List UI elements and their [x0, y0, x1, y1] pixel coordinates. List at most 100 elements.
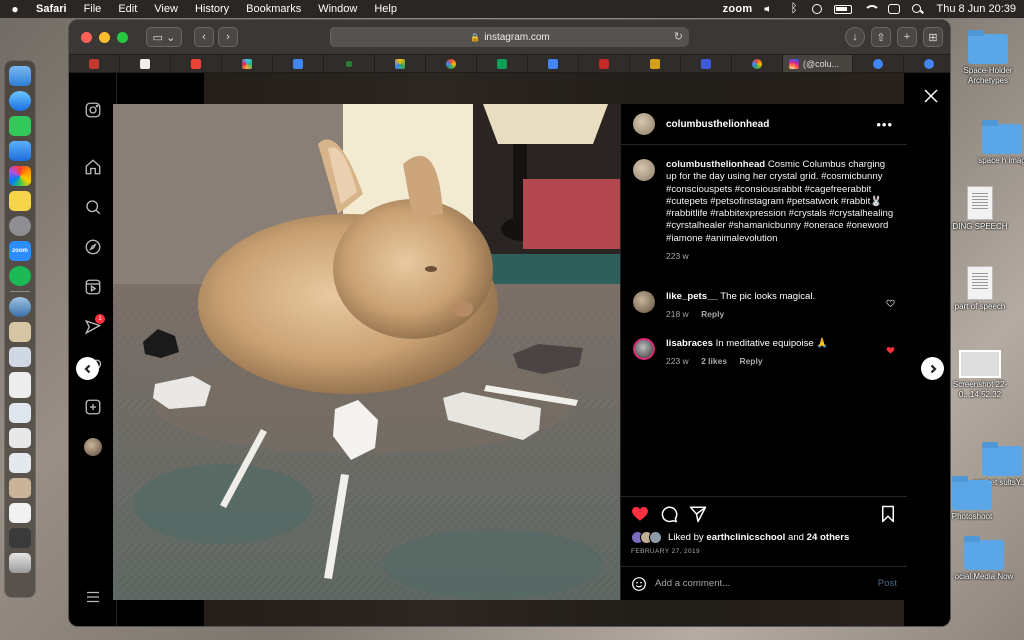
zoom-window-button[interactable] [117, 31, 128, 43]
author-avatar[interactable] [633, 113, 655, 135]
tab-pin[interactable] [120, 55, 171, 72]
tab-google[interactable] [732, 55, 783, 72]
like-heart-icon[interactable] [631, 505, 649, 523]
desktop-item[interactable]: Screenshot 22-0...14.52.32 [940, 350, 1020, 400]
window-thumbnail-icon[interactable] [9, 453, 31, 473]
battery-icon[interactable] [834, 4, 853, 14]
menu-file[interactable]: File [84, 3, 102, 15]
tab-slack[interactable] [222, 55, 273, 72]
more-options-icon[interactable]: ••• [876, 117, 893, 132]
emoji-icon[interactable] [631, 576, 647, 592]
share-button[interactable]: ⇧ [871, 27, 891, 47]
sidebar-toggle-button[interactable]: ▭ ⌄ [146, 27, 182, 47]
close-icon[interactable] [922, 87, 940, 105]
explore-icon[interactable] [84, 238, 102, 256]
zoom-app-icon[interactable]: zoom [9, 241, 31, 261]
post-photo[interactable] [113, 104, 620, 600]
tab-overview-button[interactable]: ⊞ [923, 27, 943, 47]
downloads-stack-icon[interactable] [9, 297, 31, 317]
tab-chrome[interactable] [853, 55, 904, 72]
messages-icon[interactable] [9, 116, 31, 136]
messages-icon[interactable]: 1 [84, 314, 105, 336]
comment-like-heart-icon[interactable] [886, 295, 895, 307]
tab-docs[interactable] [528, 55, 579, 72]
downloads-button[interactable]: ↓ [845, 27, 865, 47]
volume-icon[interactable] [764, 4, 776, 14]
liked-by-user[interactable]: earthclinicschool [706, 532, 785, 543]
screenshot-thumbnail-icon[interactable] [9, 403, 31, 423]
comment-time[interactable]: 218 w [666, 309, 689, 319]
finder-icon[interactable] [9, 66, 31, 86]
commenter-avatar[interactable] [633, 291, 655, 313]
liked-by-others[interactable]: 24 others [807, 532, 850, 543]
address-bar[interactable]: 🔒 instagram.com ↻ [331, 27, 689, 47]
comment-liked-heart-icon[interactable] [886, 342, 895, 354]
window-thumbnail-icon[interactable] [9, 528, 31, 548]
caption-time[interactable]: 223 w [666, 251, 689, 261]
share-icon[interactable] [689, 505, 707, 523]
desktop-item[interactable]: ocial Media Now [944, 536, 1024, 582]
bookmark-icon[interactable] [879, 505, 897, 523]
new-tab-button[interactable]: + [897, 27, 917, 47]
window-thumbnail-icon[interactable] [9, 503, 31, 523]
bluetooth-icon[interactable] [788, 1, 800, 15]
menu-app-name[interactable]: Safari [36, 3, 67, 15]
caption-username[interactable]: columbusthelionhead [666, 159, 765, 170]
reload-icon[interactable]: ↻ [674, 30, 683, 43]
desktop-item[interactable]: part of speech [940, 266, 1020, 312]
menu-history[interactable]: History [195, 3, 229, 15]
reply-button[interactable]: Reply [701, 309, 724, 319]
post-date[interactable]: FEBRUARY 27, 2019 [621, 544, 907, 555]
search-icon[interactable] [84, 198, 102, 216]
notes-icon[interactable] [9, 191, 31, 211]
profile-avatar[interactable] [84, 438, 102, 456]
zoom-status[interactable]: zoom [723, 3, 753, 15]
author-username[interactable]: columbusthelionhead [666, 119, 769, 130]
pages-icon[interactable] [9, 322, 31, 342]
preview-icon[interactable] [9, 347, 31, 367]
tab-gold[interactable] [630, 55, 681, 72]
window-thumbnail-icon[interactable] [9, 478, 31, 498]
spotify-icon[interactable] [9, 266, 31, 286]
comment-input[interactable] [655, 578, 855, 589]
tab-calendar[interactable] [273, 55, 324, 72]
tab-red[interactable] [579, 55, 630, 72]
next-post-button[interactable] [921, 357, 944, 380]
tab-cast[interactable] [681, 55, 732, 72]
control-center-icon[interactable] [888, 4, 901, 14]
menu-view[interactable]: View [154, 3, 178, 15]
liker-avatar[interactable] [649, 531, 662, 544]
reels-icon[interactable] [84, 278, 102, 296]
comment-likes[interactable]: 2 likes [701, 356, 727, 366]
now-playing-icon[interactable] [812, 4, 823, 14]
home-icon[interactable] [84, 158, 102, 176]
tab-gmail[interactable] [171, 55, 222, 72]
safari-icon[interactable] [9, 91, 31, 111]
comment-username[interactable]: like_pets__ [666, 291, 718, 302]
commenter-avatar[interactable] [633, 338, 655, 360]
mail-icon[interactable] [9, 141, 31, 161]
system-preferences-icon[interactable] [9, 216, 31, 236]
comment-time[interactable]: 223 w [666, 356, 689, 366]
window-thumbnail-icon[interactable] [9, 428, 31, 448]
comment-icon[interactable] [660, 505, 678, 523]
menu-help[interactable]: Help [374, 3, 397, 15]
desktop-item[interactable]: space h imag [962, 120, 1024, 166]
tab-shield[interactable] [69, 55, 120, 72]
menu-window[interactable]: Window [318, 3, 357, 15]
more-menu-icon[interactable] [84, 588, 102, 606]
instagram-logo-icon[interactable] [84, 101, 102, 119]
desktop-item[interactable]: DING SPEECH [940, 186, 1020, 232]
photos-icon[interactable] [9, 166, 31, 186]
post-comment-button[interactable]: Post [878, 578, 897, 589]
tab-chrome[interactable] [904, 55, 950, 72]
trash-icon[interactable] [9, 553, 31, 573]
reply-button[interactable]: Reply [739, 356, 762, 366]
previous-post-button[interactable] [76, 357, 99, 380]
spotlight-icon[interactable] [912, 4, 924, 14]
menu-clock[interactable]: Thu 8 Jun 20:39 [936, 3, 1016, 15]
comment-username[interactable]: lisabraces [666, 338, 713, 349]
caption-avatar[interactable] [633, 159, 655, 181]
tab-dot[interactable] [324, 55, 375, 72]
tab-sheets[interactable] [477, 55, 528, 72]
